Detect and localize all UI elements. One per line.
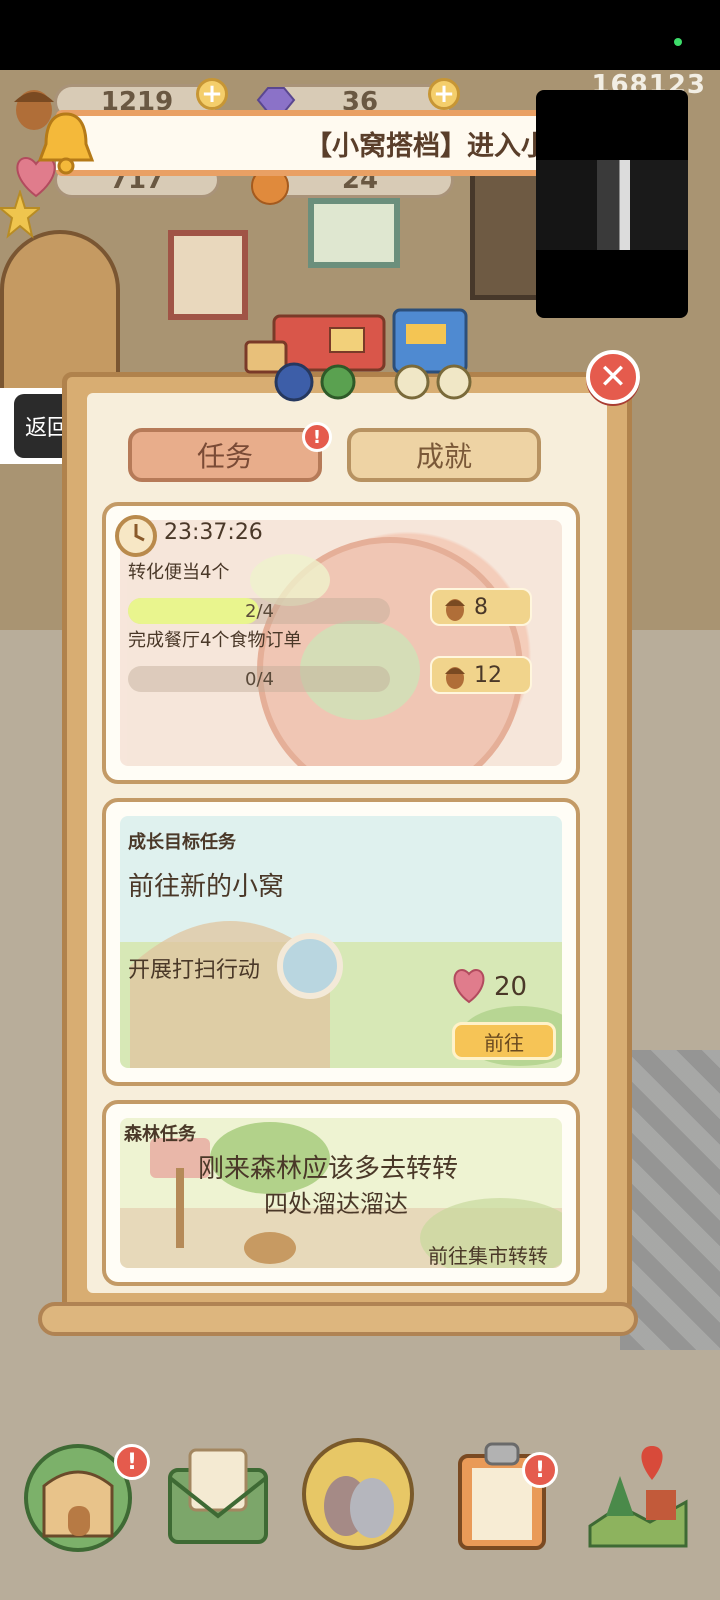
map-icon	[588, 1446, 688, 1548]
task-progress-text: 0/4	[245, 668, 274, 690]
tab-achievements[interactable]: 成就	[347, 428, 541, 482]
nav-mail-button[interactable]	[160, 1436, 276, 1552]
toy-train-decoration	[244, 308, 472, 402]
wall-picture-frame	[308, 198, 400, 268]
task-reward: 12	[430, 656, 532, 694]
task-progress-bar: 0/4	[128, 666, 390, 692]
tab-tasks-badge: !	[302, 422, 332, 452]
envelope-icon	[168, 1448, 268, 1544]
close-button[interactable]: ✕	[586, 350, 640, 404]
video-frame	[536, 160, 688, 250]
forest-link[interactable]: 前往集市转转	[428, 1240, 548, 1269]
go-button-label: 前往	[484, 1030, 524, 1055]
task-reward: 8	[430, 588, 532, 626]
add-acorn-button[interactable]: +	[196, 78, 228, 110]
clock-icon	[115, 515, 157, 557]
growth-reward: 20	[494, 972, 528, 1002]
nav-map-button[interactable]	[580, 1436, 696, 1552]
nav-tasks-badge: !	[522, 1452, 558, 1488]
notification-banner[interactable]: 【小窝搭档】进入小	[56, 110, 552, 176]
forest-line2: 四处溜达溜达	[264, 1190, 408, 1218]
heart-icon	[453, 968, 485, 1004]
tab-tasks-label: 任务	[196, 440, 253, 473]
bell-icon[interactable]	[36, 108, 96, 178]
acorn-icon	[445, 599, 465, 621]
add-gem-button[interactable]: +	[428, 78, 460, 110]
task-reward-value: 12	[474, 662, 502, 688]
nav-home-badge: !	[114, 1444, 150, 1480]
notification-text: 【小窝搭档】进入小	[305, 130, 548, 162]
forest-line1: 刚来森林应该多去转转	[198, 1154, 459, 1184]
rug	[620, 1050, 720, 1350]
forest-category: 森林任务	[124, 1124, 196, 1145]
task-progress-text: 2/4	[245, 600, 274, 622]
status-indicator-dot	[674, 38, 682, 46]
acorn-icon	[445, 667, 465, 689]
daily-timer: 23:37:26	[164, 520, 263, 545]
star-icon	[0, 190, 40, 239]
friends-icon	[302, 1438, 414, 1550]
nav-friends-button[interactable]	[300, 1436, 416, 1552]
tab-achievements-label: 成就	[415, 440, 472, 473]
growth-title: 前往新的小窝	[128, 872, 285, 902]
growth-description: 开展打扫行动	[128, 958, 261, 983]
scroll-rod	[38, 1302, 638, 1336]
status-bar	[0, 0, 720, 70]
video-preview-overlay[interactable]	[536, 90, 688, 318]
go-button[interactable]: 前往	[452, 1022, 556, 1060]
task-reward-value: 8	[474, 594, 488, 620]
growth-category: 成长目标任务	[128, 832, 236, 853]
task-progress-bar: 2/4	[128, 598, 390, 624]
task-description: 完成餐厅4个食物订单	[128, 630, 302, 651]
task-description: 转化便当4个	[128, 562, 230, 583]
tab-tasks[interactable]: 任务	[128, 428, 322, 482]
